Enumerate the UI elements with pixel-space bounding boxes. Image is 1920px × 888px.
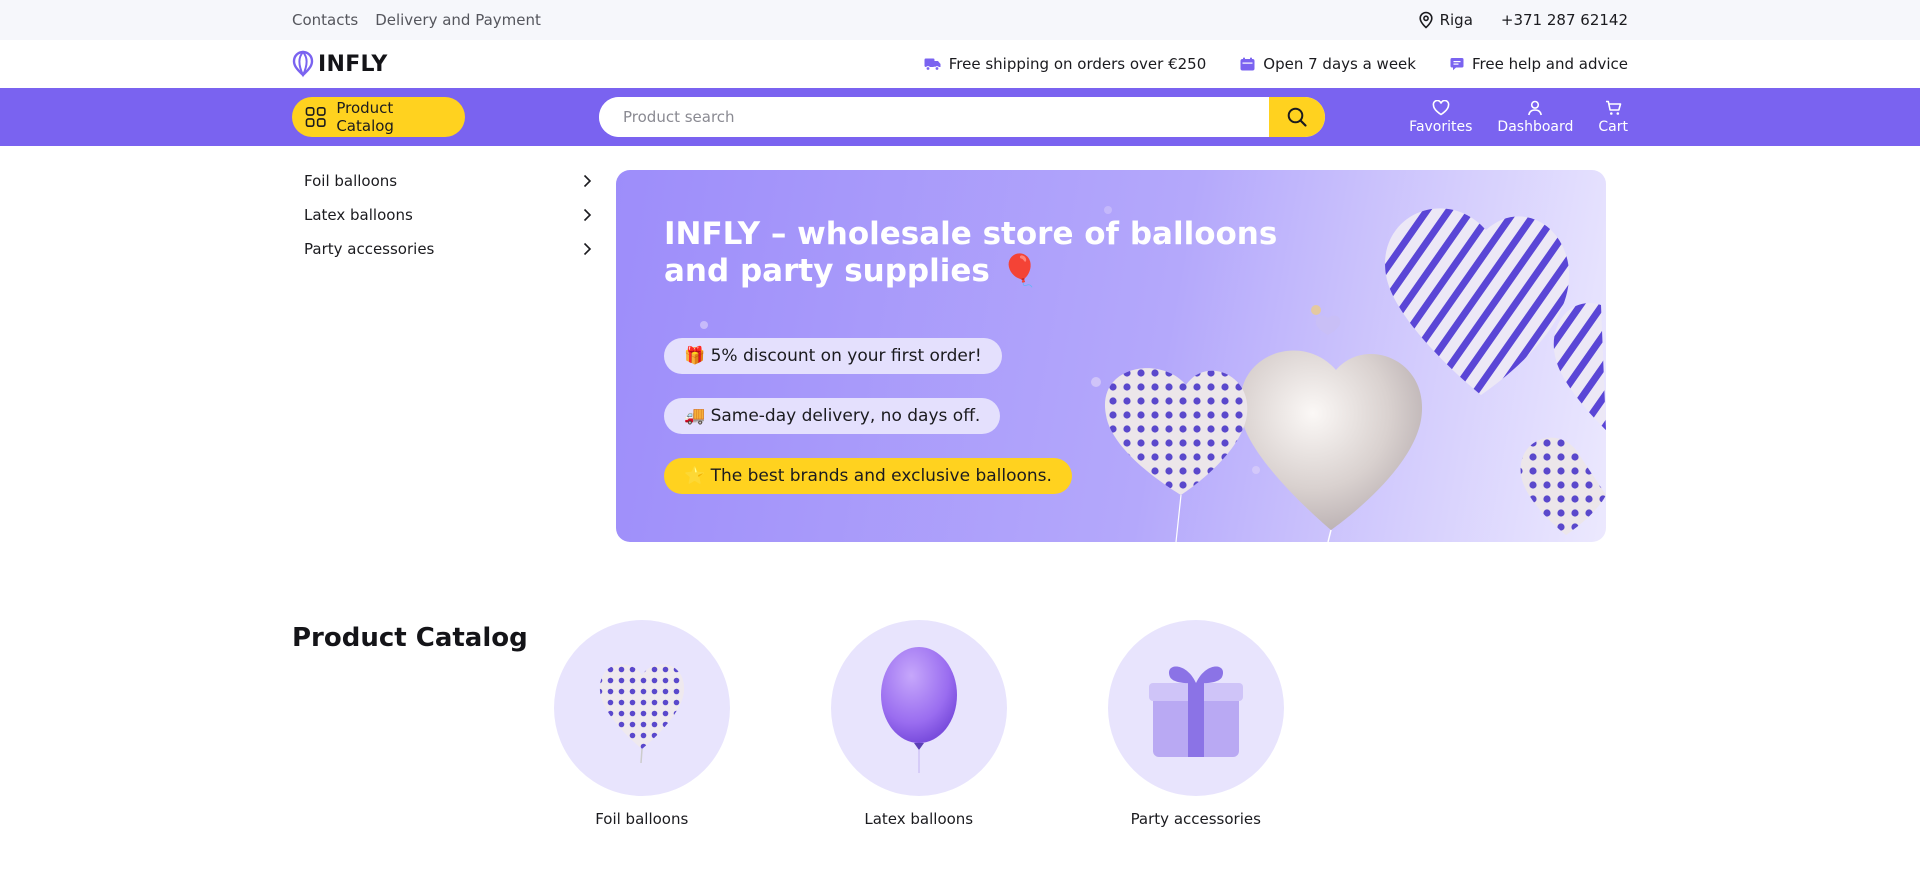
perk-label: Free help and advice <box>1471 55 1628 73</box>
heart-icon <box>1432 99 1450 115</box>
latex-balloon-image <box>880 647 957 773</box>
product-catalog-button[interactable]: Product Catalog <box>292 97 465 137</box>
delivery-payment-link[interactable]: Delivery and Payment <box>375 11 541 29</box>
category-cards: Foil balloons Latex balloons Party acces… <box>528 620 1284 828</box>
favorites-label: Favorites <box>1409 118 1473 135</box>
nav-bar: Product Catalog Favorites <box>0 88 1920 146</box>
city-selector[interactable]: Riga <box>1418 11 1473 29</box>
top-bar: Contacts Delivery and Payment Riga +371 … <box>0 0 1920 40</box>
logo-text: INFLY <box>318 51 388 77</box>
heart-balloon-image <box>599 664 684 763</box>
category-image <box>553 620 730 796</box>
chevron-right-icon <box>583 242 592 256</box>
grid-icon <box>305 107 326 127</box>
catalog-section-title: Product Catalog <box>292 623 528 653</box>
dashboard-button[interactable]: Dashboard <box>1497 100 1573 135</box>
category-card-latex-balloons[interactable]: Latex balloons <box>830 620 1007 828</box>
nav-actions: Favorites Dashboard Cart <box>1409 99 1628 135</box>
hero-pill-discount: 🎁 5% discount on your first order! <box>664 338 1002 374</box>
favorites-button[interactable]: Favorites <box>1409 99 1473 135</box>
cart-label: Cart <box>1598 118 1628 135</box>
city-label: Riga <box>1439 11 1473 29</box>
perk-free-shipping: Free shipping on orders over €250 <box>924 55 1207 73</box>
header: INFLY Free shipping on orders over €250 <box>0 40 1920 88</box>
category-card-foil-balloons[interactable]: Foil balloons <box>553 620 730 828</box>
balloon-logo-icon <box>292 50 314 78</box>
perks-list: Free shipping on orders over €250 Open 7… <box>924 55 1628 73</box>
perk-open-days: Open 7 days a week <box>1240 55 1416 73</box>
truck-icon <box>924 58 941 71</box>
category-label: Foil balloons <box>595 810 689 828</box>
chat-icon <box>1450 58 1464 71</box>
main-content: Foil balloons Latex balloons Party acces… <box>0 146 1920 828</box>
dashboard-label: Dashboard <box>1497 118 1574 135</box>
cart-icon <box>1605 100 1621 115</box>
sidebar-item-party-accessories[interactable]: Party accessories <box>304 232 592 266</box>
contacts-link[interactable]: Contacts <box>292 11 358 29</box>
category-label: Party accessories <box>1130 810 1261 828</box>
logo[interactable]: INFLY <box>292 50 388 78</box>
category-card-party-accessories[interactable]: Party accessories <box>1107 620 1284 828</box>
search-bar <box>599 97 1325 137</box>
hero-banner[interactable]: INFLY – wholesale store of balloons and … <box>616 170 1606 542</box>
calendar-icon <box>1240 57 1255 71</box>
category-image <box>1107 620 1284 796</box>
catalog-label: Product Catalog <box>336 99 394 135</box>
location-pin-icon <box>1418 11 1433 29</box>
chevron-right-icon <box>583 174 592 188</box>
sidebar-item-label: Latex balloons <box>304 206 413 224</box>
search-icon <box>1287 107 1307 127</box>
top-links: Contacts Delivery and Payment <box>292 11 541 29</box>
perk-free-help: Free help and advice <box>1450 55 1628 73</box>
category-label: Latex balloons <box>864 810 974 828</box>
hero-pill-delivery: 🚚 Same-day delivery, no days off. <box>664 398 1001 434</box>
search-button[interactable] <box>1269 97 1325 137</box>
sidebar-item-label: Party accessories <box>304 240 435 258</box>
cart-button[interactable]: Cart <box>1598 100 1628 135</box>
hero-title: INFLY – wholesale store of balloons and … <box>664 216 1278 289</box>
sidebar-item-label: Foil balloons <box>304 172 398 190</box>
user-icon <box>1528 100 1543 115</box>
hero-pill-brands: ⭐ The best brands and exclusive balloons… <box>664 458 1072 494</box>
category-image <box>830 620 1007 796</box>
phone-link[interactable]: +371 287 62142 <box>1501 11 1628 29</box>
gift-box-image <box>1148 666 1243 757</box>
search-input[interactable] <box>599 97 1269 137</box>
perk-label: Free shipping on orders over €250 <box>948 55 1207 73</box>
sidebar-item-foil-balloons[interactable]: Foil balloons <box>304 164 592 198</box>
top-right: Riga +371 287 62142 <box>1418 11 1628 29</box>
sidebar-item-latex-balloons[interactable]: Latex balloons <box>304 198 592 232</box>
chevron-right-icon <box>583 208 592 222</box>
category-sidebar: Foil balloons Latex balloons Party acces… <box>292 170 616 542</box>
perk-label: Open 7 days a week <box>1263 55 1416 73</box>
